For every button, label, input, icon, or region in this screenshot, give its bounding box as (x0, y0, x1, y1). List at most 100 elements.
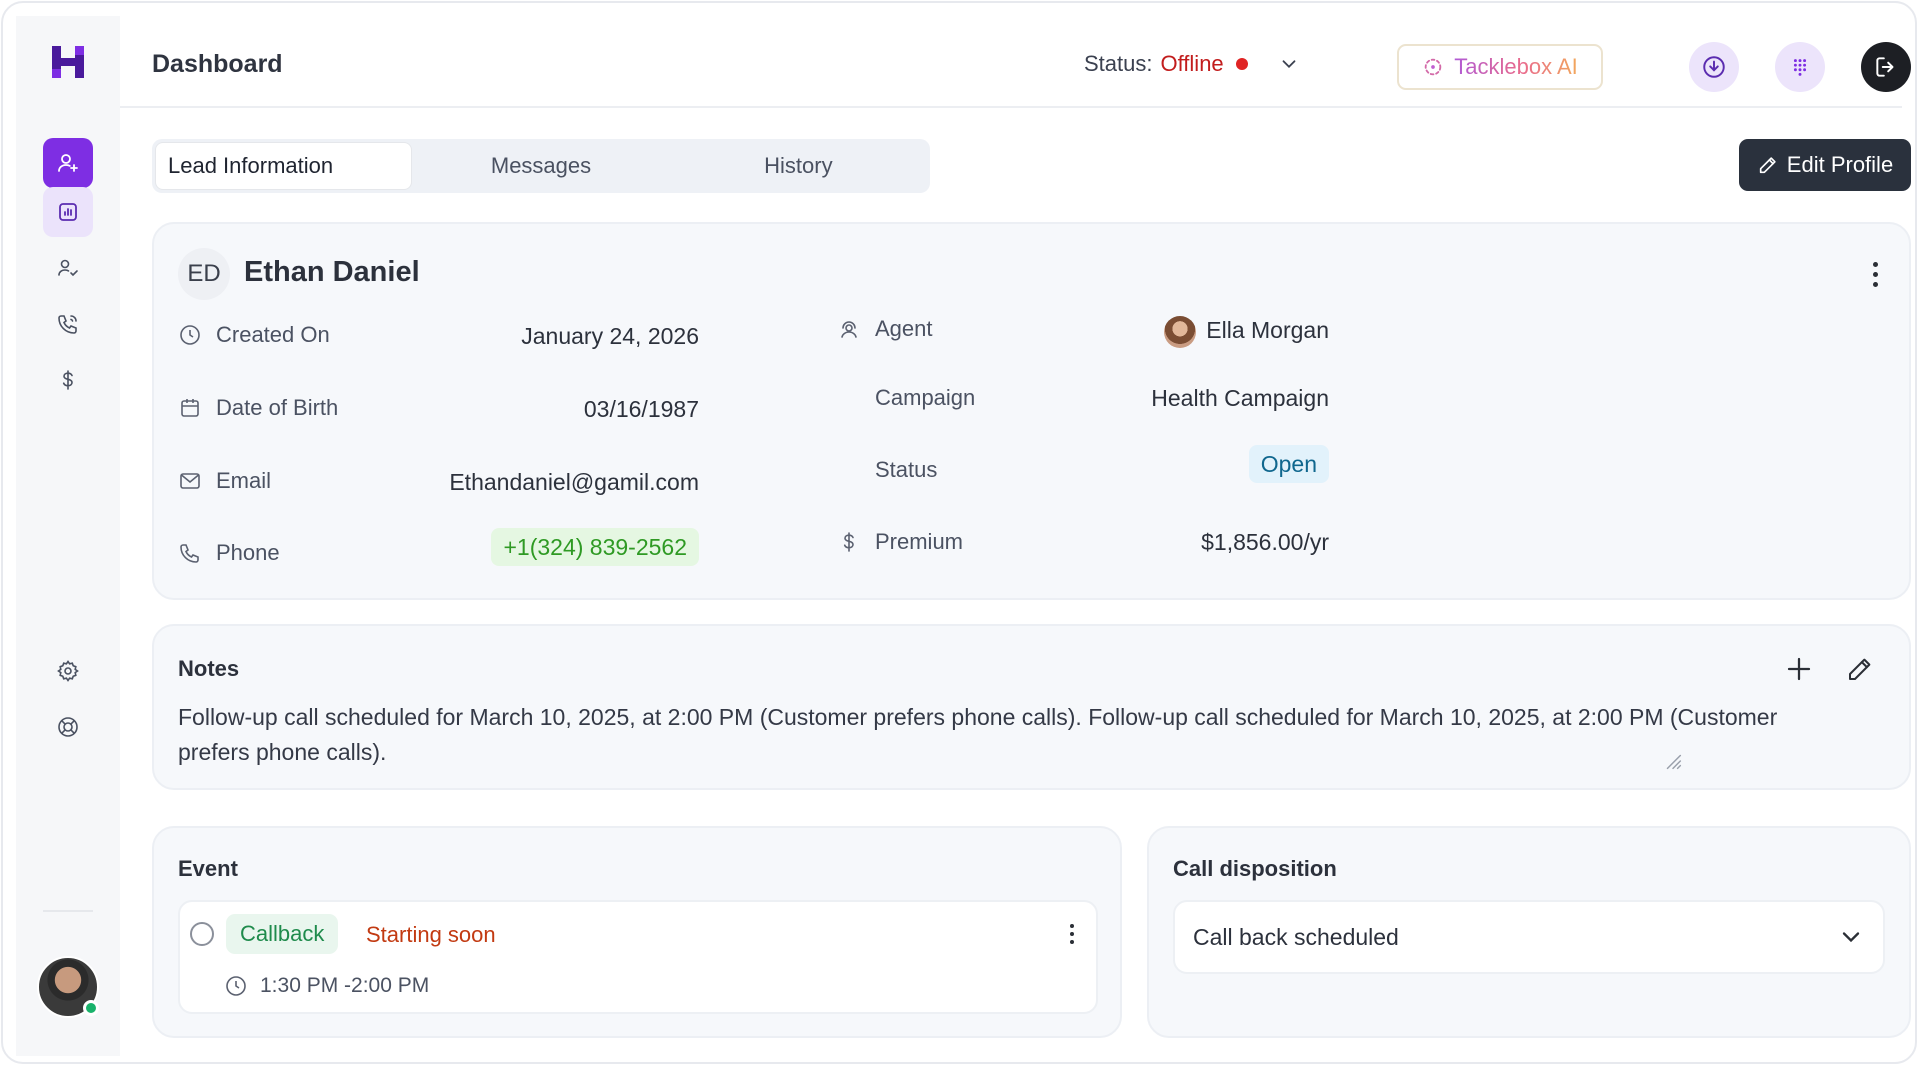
lead-info-card: ED Ethan Daniel Created On January 24, 2… (152, 222, 1911, 600)
campaign-value: Health Campaign (1151, 385, 1329, 411)
sidebar-item-settings[interactable] (43, 646, 93, 696)
status-dropdown[interactable]: Status: Offline (1084, 51, 1300, 77)
user-plus-icon (58, 154, 78, 172)
campaign-label: Campaign (875, 385, 976, 410)
agent-value-wrap: Ella Morgan (1164, 316, 1329, 348)
premium-value: $1,856.00/yr (1201, 529, 1329, 555)
dialpad-icon (1793, 59, 1807, 76)
agent-avatar (1164, 316, 1197, 348)
add-lead-button[interactable] (43, 138, 93, 188)
pencil-icon[interactable] (1845, 654, 1875, 684)
disposition-select[interactable]: Call back scheduled (1173, 900, 1885, 974)
chevron-down-icon (1842, 932, 1860, 943)
app-window: Dashboard Status: Offline Tacklebox AI L… (1, 1, 1917, 1064)
mail-icon (180, 473, 200, 489)
dollar-icon (62, 370, 73, 390)
event-type-badge: Callback (226, 914, 339, 954)
download-circle-icon (1703, 56, 1725, 78)
brand-logo[interactable] (48, 42, 88, 82)
logout-icon (1876, 57, 1894, 77)
lead-initials-avatar: ED (178, 248, 230, 300)
more-options-icon[interactable] (1873, 262, 1879, 287)
email-field: Email (178, 468, 271, 494)
top-header: Dashboard Status: Offline Tacklebox AI (120, 16, 1911, 108)
email-label: Email (216, 468, 272, 493)
dob-field: Date of Birth (178, 395, 338, 421)
status-value: Offline (1160, 51, 1224, 76)
calendar-icon (181, 399, 199, 417)
plus-icon[interactable] (1784, 654, 1814, 684)
status-badge: Open (1248, 445, 1329, 483)
notes-title: Notes (178, 656, 240, 681)
notes-text[interactable]: Follow-up call scheduled for March 10, 2… (178, 700, 1818, 770)
page-title: Dashboard (152, 50, 283, 78)
notes-card: Notes Follow-up call scheduled for March… (152, 624, 1911, 790)
phone-call-icon (58, 315, 77, 334)
sidebar-item-support[interactable] (43, 702, 93, 752)
email-value[interactable]: Ethandaniel@gamil.com (449, 469, 699, 496)
event-time: 1:30 PM -2:00 PM (224, 974, 429, 998)
lead-status-label: Status (875, 457, 938, 482)
phone-field: Phone (178, 540, 280, 566)
agent-value: Ella Morgan (1206, 317, 1329, 344)
sidebar-item-contacts[interactable] (43, 243, 93, 293)
clock-icon (180, 325, 200, 345)
lead-tabs: Lead Information Messages History (152, 139, 930, 193)
status-value-wrap: Open (1248, 445, 1329, 483)
event-state: Starting soon (366, 922, 496, 947)
tab-history[interactable]: History (670, 142, 927, 190)
premium-field: Premium (837, 529, 963, 555)
chevron-down-icon[interactable] (1278, 53, 1300, 75)
status-label: Status: (1084, 51, 1153, 76)
dob-value: 03/16/1987 (583, 396, 699, 422)
phone-value[interactable]: +1(324) 839-2562 (491, 528, 699, 566)
more-options-icon[interactable] (1070, 924, 1076, 944)
phone-value-wrap: +1(324) 839-2562 (491, 528, 699, 566)
agent-icon (841, 321, 857, 338)
dollar-icon (843, 532, 854, 552)
lifebuoy-icon (58, 717, 78, 737)
tacklebox-ai-button[interactable]: Tacklebox AI (1397, 44, 1603, 90)
dob-label: Date of Birth (216, 395, 339, 420)
call-disposition-card: Call disposition Call back scheduled (1147, 826, 1911, 1038)
sidebar-item-calls[interactable] (43, 299, 93, 349)
resize-grip-icon[interactable] (1662, 750, 1684, 772)
created-on-field: Created On (178, 322, 330, 348)
pencil-icon (1759, 157, 1776, 174)
phone-label: Phone (216, 540, 280, 565)
tab-messages[interactable]: Messages (412, 142, 669, 190)
tacklebox-label: Tacklebox AI (1454, 54, 1578, 79)
event-item: Callback Starting soon 1:30 PM -2:00 PM (178, 900, 1098, 1014)
sidebar-item-billing[interactable] (43, 355, 93, 405)
campaign-field: Campaign (875, 385, 975, 411)
online-indicator (83, 1000, 99, 1016)
created-on-label: Created On (216, 322, 330, 347)
phone-icon (180, 544, 199, 563)
event-card: Event Callback Starting soon 1:30 PM -2:… (152, 826, 1122, 1038)
gear-icon (57, 660, 79, 682)
event-complete-radio[interactable] (190, 922, 214, 946)
agent-label: Agent (875, 316, 933, 341)
agent-field: Agent (837, 316, 933, 342)
edit-profile-label: Edit Profile (1786, 152, 1894, 177)
chart-icon (59, 203, 77, 221)
sparkle-icon (1424, 58, 1442, 76)
sidebar-divider (43, 910, 93, 912)
logout-button[interactable] (1861, 42, 1911, 92)
download-button[interactable] (1689, 42, 1739, 92)
tab-lead-information[interactable]: Lead Information (155, 142, 413, 190)
created-on-value: January 24, 2026 (521, 323, 699, 349)
edit-profile-button[interactable]: Edit Profile (1739, 139, 1911, 191)
user-avatar[interactable] (37, 956, 99, 1018)
sidebar-item-dashboard[interactable] (43, 187, 93, 237)
event-time-value: 1:30 PM -2:00 PM (260, 974, 430, 997)
apps-button[interactable] (1775, 42, 1825, 92)
sidebar (16, 16, 120, 1056)
event-title: Event (178, 856, 238, 881)
lead-name: Ethan Daniel (244, 256, 420, 288)
disposition-title: Call disposition (1173, 856, 1337, 881)
status-dot (1235, 58, 1248, 70)
premium-label: Premium (875, 529, 964, 554)
users-check-icon (58, 259, 78, 277)
disposition-value: Call back scheduled (1193, 923, 1399, 950)
